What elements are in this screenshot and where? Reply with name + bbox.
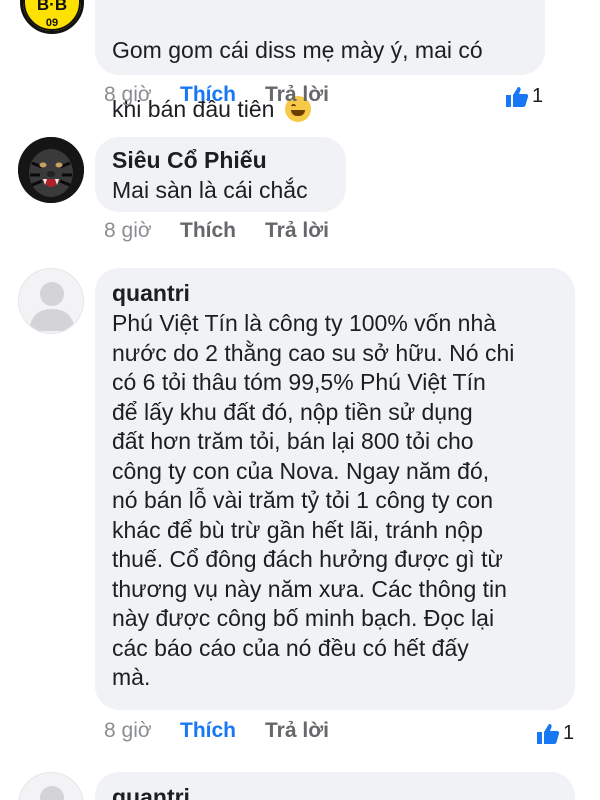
comment-bubble: quantri bbox=[95, 772, 575, 800]
comment-text: Gom gom cái diss mẹ mày ý, mai có khi bá… bbox=[112, 6, 528, 154]
reaction-count[interactable]: 1 bbox=[536, 722, 574, 745]
reply-button[interactable]: Trả lời bbox=[265, 719, 329, 743]
comment-text: Phú Việt Tín là công ty 100% vốn nhà nướ… bbox=[112, 310, 515, 690]
thumbs-up-icon bbox=[537, 723, 560, 744]
comment-time: 8 giờ bbox=[104, 83, 152, 106]
svg-text:09: 09 bbox=[46, 17, 58, 29]
reply-button[interactable]: Trả lời bbox=[265, 219, 329, 243]
reaction-count-value: 1 bbox=[563, 722, 575, 744]
svg-text:B·B: B·B bbox=[37, 0, 67, 14]
comment-bubble: Gom gom cái diss mẹ mày ý, mai có khi bá… bbox=[95, 0, 545, 122]
tiger-avatar-icon bbox=[18, 137, 84, 203]
comment-time: 8 giờ bbox=[104, 719, 152, 742]
like-button[interactable]: Thích bbox=[180, 83, 236, 107]
comment-author[interactable]: quantri bbox=[112, 279, 558, 307]
like-button[interactable]: Thích bbox=[180, 719, 236, 743]
avatar[interactable] bbox=[18, 137, 84, 203]
comment-time: 8 giờ bbox=[104, 219, 152, 242]
like-button[interactable]: Thích bbox=[180, 219, 236, 243]
comment-author[interactable]: quantri bbox=[112, 783, 558, 800]
thumbs-up-icon bbox=[506, 86, 529, 107]
avatar[interactable] bbox=[18, 772, 84, 800]
default-user-icon bbox=[29, 282, 75, 331]
comment-text: Mai sàn là cái chắc bbox=[112, 177, 308, 203]
reaction-count[interactable]: 1 bbox=[505, 85, 543, 108]
avatar[interactable] bbox=[18, 268, 84, 334]
default-user-icon bbox=[40, 786, 64, 800]
reply-button[interactable]: Trả lời bbox=[265, 83, 329, 107]
reaction-count-value: 1 bbox=[532, 85, 544, 107]
comment-bubble: quantri Phú Việt Tín là công ty 100% vốn… bbox=[95, 268, 575, 710]
avatar[interactable]: B·B 09 bbox=[20, 0, 84, 34]
bvb-logo-icon: B·B 09 bbox=[23, 0, 81, 31]
comment-bubble: Siêu Cổ Phiếu Mai sàn là cái chắc bbox=[95, 137, 346, 212]
comment-text-line: Gom gom cái diss mẹ mày ý, mai có bbox=[112, 36, 483, 63]
comment-author[interactable]: Siêu Cổ Phiếu bbox=[112, 146, 329, 174]
